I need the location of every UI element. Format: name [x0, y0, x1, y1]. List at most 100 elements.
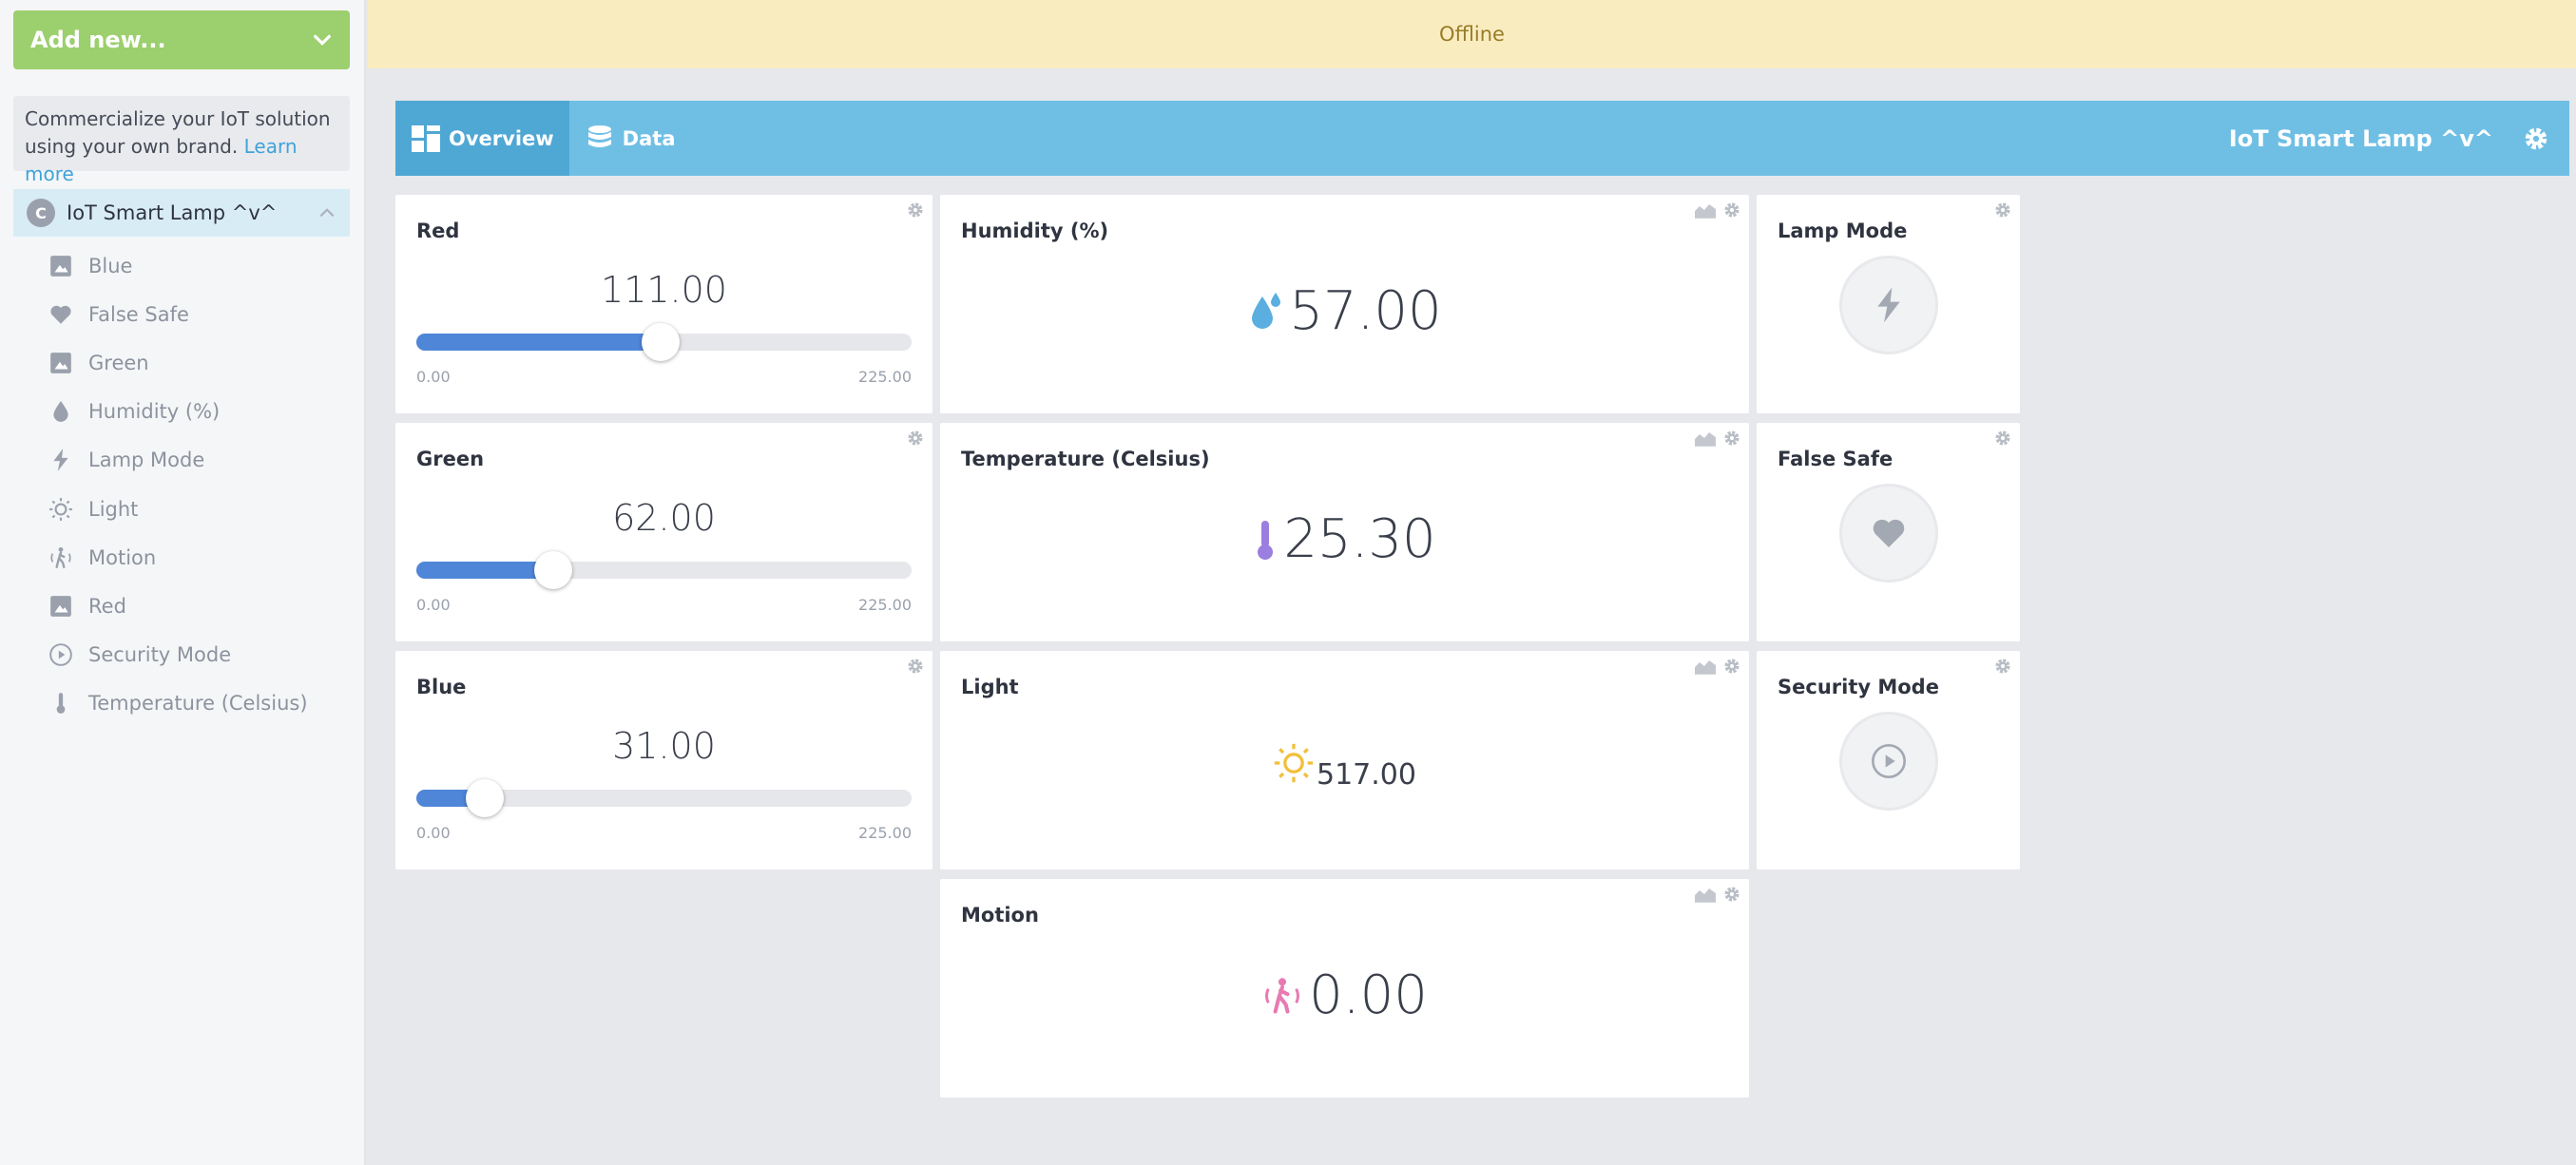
sidebar-item-lamp-mode[interactable]: Lamp Mode — [48, 436, 308, 485]
widget-temperature: Temperature (Celsius) 25.30 — [940, 423, 1749, 641]
area-chart-icon[interactable] — [1694, 201, 1717, 219]
widget-value-row: 57.00 — [940, 280, 1749, 342]
tab-data[interactable]: Data — [569, 101, 691, 176]
motion-icon — [1261, 975, 1303, 1017]
heart-icon — [48, 301, 74, 328]
sidebar: Add new... Commercialize your IoT soluti… — [0, 0, 366, 1165]
widget-title: Motion — [961, 904, 1039, 926]
slider-min-label: 0.00 — [416, 368, 451, 386]
device-item[interactable]: C IoT Smart Lamp ^v^ — [13, 189, 350, 237]
widget-title: Humidity (%) — [961, 220, 1109, 242]
light-value: 517.00 — [1317, 758, 1416, 792]
gear-icon[interactable] — [1722, 657, 1741, 676]
play-icon — [48, 641, 74, 668]
sidebar-item-motion[interactable]: Motion — [48, 533, 308, 582]
gear-icon[interactable] — [906, 657, 925, 676]
sidebar-item-false-safe[interactable]: False Safe — [48, 290, 308, 338]
widget-red: Red 111.00 0.00 225.00 — [395, 195, 932, 413]
sidebar-item-label: False Safe — [88, 302, 189, 326]
slider-max-label: 225.00 — [858, 596, 912, 614]
widget-title: Light — [961, 676, 1019, 698]
sidebar-item-label: Green — [88, 351, 149, 374]
widget-value-row: 517.00 — [940, 742, 1749, 792]
widget-title: Red — [416, 220, 460, 242]
play-icon — [1871, 744, 1906, 778]
promo-box: Commercialize your IoT solution using yo… — [13, 96, 350, 185]
widget-value-row: 25.30 — [940, 508, 1749, 570]
sidebar-item-light[interactable]: Light — [48, 485, 308, 533]
widget-title: Temperature (Celsius) — [961, 448, 1210, 470]
sun-icon — [48, 496, 74, 523]
temperature-value: 25.30 — [1283, 508, 1436, 570]
green-slider-track[interactable] — [416, 551, 912, 589]
bolt-icon — [1876, 287, 1900, 323]
sidebar-item-red[interactable]: Red — [48, 582, 308, 630]
device-icon: C — [27, 199, 55, 227]
widget-value-row: 0.00 — [940, 964, 1749, 1026]
settings-gear-icon[interactable] — [2522, 124, 2550, 153]
gear-icon[interactable] — [1993, 201, 2012, 220]
image-icon — [48, 350, 74, 376]
slider-handle[interactable] — [533, 551, 572, 589]
sidebar-item-label: Blue — [88, 254, 133, 277]
image-icon — [48, 253, 74, 279]
gear-icon[interactable] — [1722, 201, 1741, 220]
false-safe-toggle[interactable] — [1838, 484, 1938, 582]
gear-icon[interactable] — [1722, 429, 1741, 448]
add-new-label: Add new... — [30, 27, 166, 53]
sidebar-item-temperature[interactable]: Temperature (Celsius) — [48, 679, 308, 728]
motion-icon — [48, 544, 74, 571]
sidebar-item-label: Lamp Mode — [88, 449, 205, 472]
widget-title: False Safe — [1778, 448, 1894, 470]
device-name: IoT Smart Lamp ^v^ — [67, 201, 278, 224]
sidebar-item-humidity[interactable]: Humidity (%) — [48, 388, 308, 436]
area-chart-icon[interactable] — [1694, 658, 1717, 675]
sidebar-item-security-mode[interactable]: Security Mode — [48, 631, 308, 679]
add-new-button[interactable]: Add new... — [13, 10, 350, 69]
area-chart-icon[interactable] — [1694, 430, 1717, 447]
gear-icon[interactable] — [906, 429, 925, 448]
heart-icon — [1873, 519, 1904, 547]
gear-icon[interactable] — [1993, 429, 2012, 448]
gear-icon[interactable] — [1722, 885, 1741, 904]
slider-min-label: 0.00 — [416, 824, 451, 842]
area-chart-icon[interactable] — [1694, 886, 1717, 903]
thermometer-icon — [48, 690, 74, 716]
widget-humidity: Humidity (%) 57.00 — [940, 195, 1749, 413]
chevron-down-icon — [314, 34, 331, 46]
blue-slider-track[interactable] — [416, 779, 912, 817]
slider-max-label: 225.00 — [858, 368, 912, 386]
sun-icon — [1273, 742, 1315, 792]
slider-fill — [416, 562, 553, 579]
gear-icon[interactable] — [1993, 657, 2012, 676]
dashboard-header: Overview Data IoT Smart Lamp ^v^ — [395, 101, 2569, 176]
tab-overview[interactable]: Overview — [395, 101, 569, 176]
sidebar-item-label: Humidity (%) — [88, 400, 221, 424]
motion-value: 0.00 — [1309, 964, 1428, 1026]
sidebar-item-label: Light — [88, 497, 139, 521]
connection-status-bar: Offline — [368, 0, 2576, 68]
slider-fill — [416, 334, 661, 351]
chevron-up-icon[interactable] — [317, 203, 336, 222]
slider-value: 31.00 — [612, 725, 716, 767]
widget-security-mode: Security Mode — [1757, 651, 2020, 869]
security-mode-toggle[interactable] — [1838, 712, 1938, 811]
sidebar-item-label: Temperature (Celsius) — [88, 692, 308, 716]
red-slider-track[interactable] — [416, 323, 912, 361]
widget-title: Blue — [416, 676, 467, 698]
slider-max-label: 225.00 — [858, 824, 912, 842]
thermometer-icon — [1253, 517, 1278, 563]
widget-green: Green 62.00 0.00 225.00 — [395, 423, 932, 641]
lamp-mode-toggle[interactable] — [1838, 256, 1938, 354]
tab-label: Data — [622, 126, 676, 150]
gear-icon[interactable] — [906, 201, 925, 220]
sidebar-item-green[interactable]: Green — [48, 338, 308, 387]
dashboard-icon — [412, 124, 440, 152]
widget-false-safe: False Safe — [1757, 423, 2020, 641]
widget-title: Security Mode — [1778, 676, 1939, 698]
humidity-value: 57.00 — [1289, 280, 1442, 342]
sidebar-item-blue[interactable]: Blue — [48, 241, 308, 290]
widget-title: Green — [416, 448, 485, 470]
slider-handle[interactable] — [465, 779, 504, 817]
slider-handle[interactable] — [641, 323, 680, 361]
